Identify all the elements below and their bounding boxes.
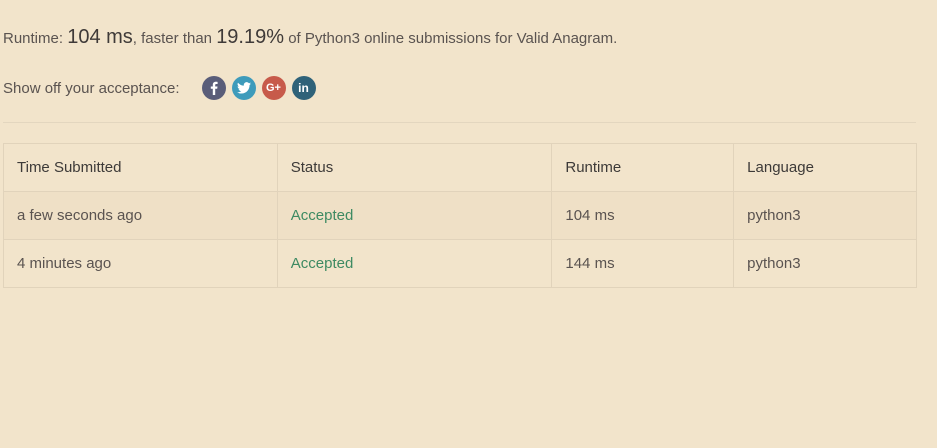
header-language[interactable]: Language <box>733 143 917 192</box>
faster-than-text: , faster than <box>132 30 217 47</box>
share-label: Show off your acceptance: <box>3 79 180 97</box>
table-header-row: Time Submitted Status Runtime Language <box>3 143 917 192</box>
header-runtime[interactable]: Runtime <box>551 143 735 192</box>
cell-runtime: 144 ms <box>551 239 735 288</box>
submission-result-page: Runtime: 104 ms, faster than 19.19% of P… <box>0 0 937 448</box>
cell-status: Accepted <box>276 191 553 240</box>
cell-time-submitted: 4 minutes ago <box>3 239 278 288</box>
status-link[interactable]: Accepted <box>291 255 354 272</box>
twitter-icon[interactable] <box>231 76 256 100</box>
cell-language: python3 <box>733 191 917 240</box>
status-link[interactable]: Accepted <box>291 207 354 224</box>
header-time-submitted[interactable]: Time Submitted <box>3 143 278 192</box>
cell-status: Accepted <box>276 239 553 288</box>
cell-time-submitted: a few seconds ago <box>3 191 278 240</box>
runtime-value: 104 ms <box>67 26 133 48</box>
divider <box>3 122 916 123</box>
share-row: Show off your acceptance: G+ in <box>3 75 316 101</box>
cell-runtime: 104 ms <box>551 191 735 240</box>
table-row: 4 minutes ago Accepted 144 ms python3 <box>3 239 917 288</box>
share-icons: G+ in <box>201 76 316 100</box>
submissions-table: Time Submitted Status Runtime Language a… <box>3 143 917 288</box>
facebook-icon[interactable] <box>201 76 226 100</box>
runtime-summary: Runtime: 104 ms, faster than 19.19% of P… <box>3 22 617 54</box>
google-plus-icon[interactable]: G+ <box>261 76 286 100</box>
percentile-value: 19.19% <box>216 26 285 48</box>
table-row: a few seconds ago Accepted 104 ms python… <box>3 191 917 240</box>
cell-language: python3 <box>733 239 917 288</box>
linkedin-icon[interactable]: in <box>291 76 316 100</box>
header-status[interactable]: Status <box>276 143 553 192</box>
summary-suffix: of Python3 online submissions for Valid … <box>284 30 618 47</box>
runtime-prefix: Runtime: <box>3 30 68 47</box>
